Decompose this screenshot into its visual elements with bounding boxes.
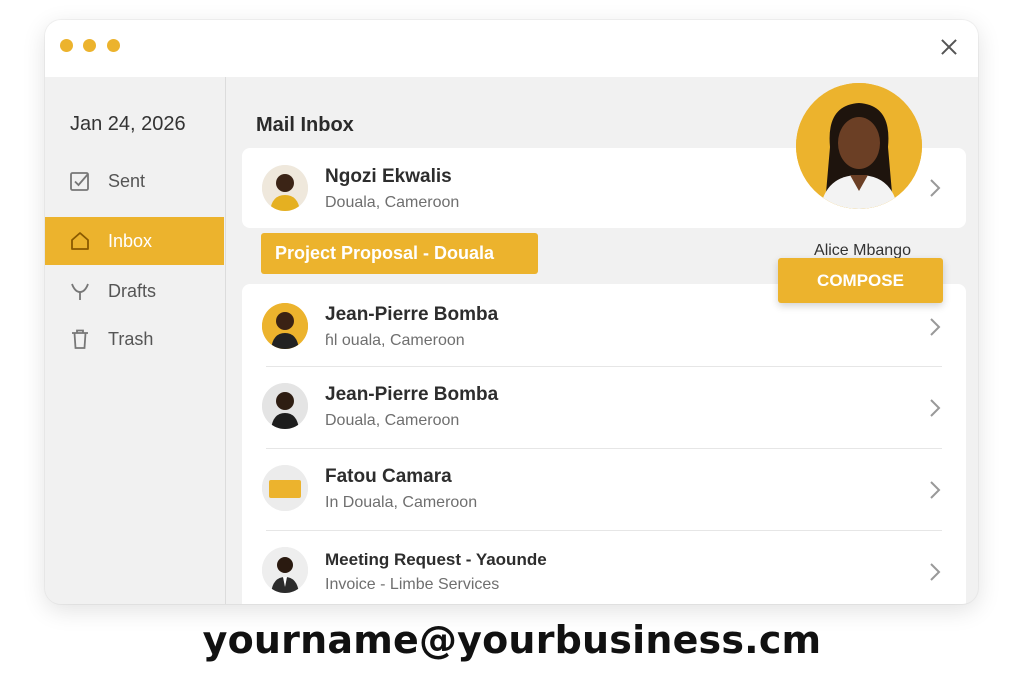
divider bbox=[266, 366, 942, 367]
chevron-right-icon bbox=[930, 179, 941, 197]
subject-tag[interactable]: Project Proposal - Douala bbox=[261, 233, 538, 274]
sidebar-item-label: Inbox bbox=[108, 230, 153, 251]
divider bbox=[266, 448, 942, 449]
sender-name: Jean-Pierre Bomba bbox=[325, 384, 499, 405]
chevron-right-icon bbox=[930, 399, 941, 417]
avatar bbox=[262, 465, 308, 511]
chevron-right-icon bbox=[930, 563, 941, 581]
title-bar bbox=[45, 20, 978, 77]
profile-avatar[interactable] bbox=[796, 83, 922, 209]
avatar bbox=[262, 165, 308, 211]
sender-location: ɦl ouala, Cameroon bbox=[325, 332, 465, 349]
list-item[interactable]: Fatou Camara In Douala, Cameroon bbox=[242, 450, 966, 530]
sender-name: Fatou Camara bbox=[325, 466, 452, 487]
window-dot-3 bbox=[107, 39, 120, 52]
envelope-icon bbox=[262, 465, 308, 511]
message-subject: Meeting Request - Yaounde bbox=[325, 550, 547, 569]
sender-location: In Douala, Cameroon bbox=[325, 494, 478, 511]
sidebar-item-drafts[interactable]: Drafts bbox=[45, 267, 224, 315]
trash-icon bbox=[68, 327, 92, 351]
sender-name: Ngozi Ekwalis bbox=[325, 166, 452, 187]
sender-location: Douala, Cameroon bbox=[325, 194, 460, 211]
sidebar: Jan 24, 2026 Sent Inbox Drafts Trash bbox=[45, 77, 226, 604]
sidebar-item-label: Trash bbox=[108, 328, 154, 349]
chevron-right-icon bbox=[930, 481, 941, 499]
message-list-card: Jean-Pierre Bomba ɦl ouala, Cameroon Jea… bbox=[242, 284, 966, 604]
compose-button[interactable]: COMPOSE bbox=[778, 258, 943, 303]
sent-check-icon bbox=[68, 169, 92, 193]
sidebar-item-sent[interactable]: Sent bbox=[45, 157, 224, 205]
message-preview: Invoice - Limbe Services bbox=[325, 576, 500, 593]
drafts-icon bbox=[68, 279, 92, 303]
sidebar-item-inbox[interactable]: Inbox bbox=[45, 217, 224, 265]
list-item[interactable]: Jean-Pierre Bomba Douala, Cameroon bbox=[242, 368, 966, 448]
list-item[interactable]: Meeting Request - Yaounde Invoice - Limb… bbox=[242, 532, 966, 604]
sender-location: Douala, Cameroon bbox=[325, 412, 460, 429]
avatar bbox=[262, 303, 308, 349]
sidebar-item-label: Sent bbox=[108, 170, 146, 191]
sidebar-item-trash[interactable]: Trash bbox=[45, 315, 224, 363]
mail-window: Jan 24, 2026 Sent Inbox Drafts Trash Mai… bbox=[45, 20, 978, 604]
sidebar-item-label: Drafts bbox=[108, 280, 157, 301]
avatar bbox=[262, 383, 308, 429]
footer-email: yourname@yourbusiness.cm bbox=[202, 618, 822, 662]
page-title: Mail Inbox bbox=[256, 114, 354, 136]
home-icon bbox=[68, 229, 92, 253]
chevron-right-icon bbox=[930, 318, 941, 336]
sender-name: Jean-Pierre Bomba bbox=[325, 304, 499, 325]
window-dot-2 bbox=[83, 39, 96, 52]
current-date: Jan 24, 2026 bbox=[70, 113, 186, 135]
window-dot-1 bbox=[60, 39, 73, 52]
close-icon[interactable] bbox=[938, 36, 960, 58]
avatar bbox=[262, 547, 308, 593]
divider bbox=[266, 530, 942, 531]
